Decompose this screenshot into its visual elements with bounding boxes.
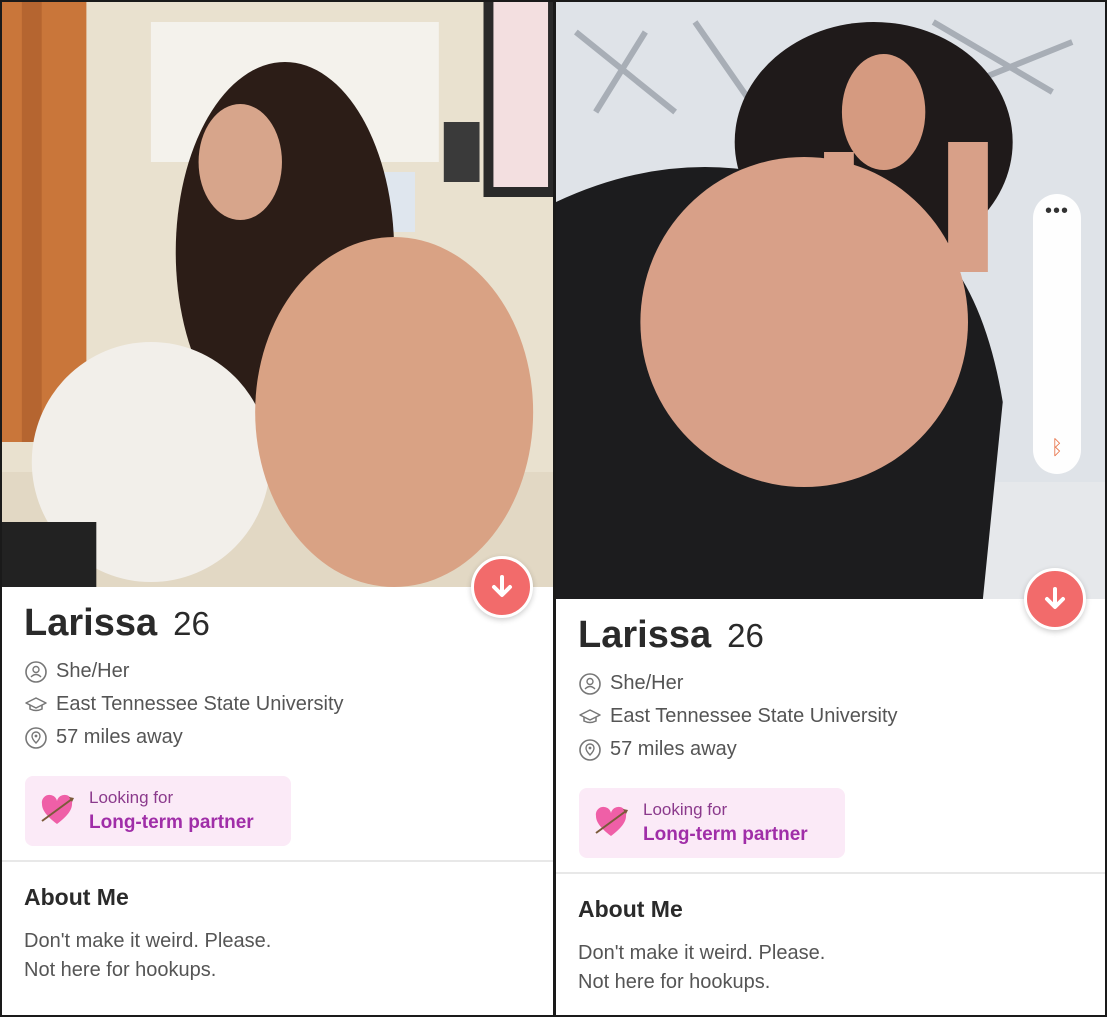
heart-arrow-icon	[595, 806, 628, 836]
profile-info: Larissa 26 She/Her East Tennessee State …	[2, 602, 553, 985]
about-me-title: About Me	[578, 896, 683, 922]
section-divider	[2, 860, 553, 862]
profile-card-right: ••• ᛒ Larissa 26 She/Her East Tennessee …	[554, 0, 1107, 1017]
location-pin-icon	[579, 738, 601, 761]
school-row: East Tennessee State University	[578, 700, 1105, 733]
distance-text: 57 miles away	[610, 738, 737, 760]
side-action-pill: ••• ᛒ	[1033, 194, 1081, 474]
distance-text: 57 miles away	[56, 726, 183, 748]
school-row: East Tennessee State University	[24, 688, 553, 721]
section-divider	[556, 872, 1105, 874]
distance-row: 57 miles away	[578, 733, 1105, 766]
about-me-text: Don't make it weird. Please. Not here fo…	[24, 930, 272, 981]
pronouns-row: She/Her	[578, 667, 1105, 700]
profile-card-left: Larissa 26 She/Her East Tennessee State …	[0, 0, 555, 1017]
profile-photo[interactable]	[556, 2, 1105, 599]
profile-photo[interactable]	[2, 2, 553, 587]
graduation-cap-icon	[25, 696, 47, 711]
bluetooth-icon: ᛒ	[1051, 437, 1063, 459]
school-text: East Tennessee State University	[610, 705, 898, 727]
profile-name: Larissa	[24, 602, 158, 644]
graduation-cap-icon	[579, 708, 601, 723]
school-text: East Tennessee State University	[56, 693, 344, 715]
profile-age: 26	[173, 605, 210, 642]
profile-age: 26	[727, 617, 764, 654]
looking-for-label: Looking for	[643, 800, 728, 819]
about-me-text: Don't make it weird. Please. Not here fo…	[578, 942, 826, 993]
profile-info: Larissa 26 She/Her East Tennessee State …	[556, 614, 1105, 997]
looking-for-badge: Looking for Long-term partner	[25, 776, 291, 846]
person-circle-icon	[579, 672, 601, 695]
looking-for-badge: Looking for Long-term partner	[579, 788, 845, 858]
heart-arrow-icon	[41, 794, 74, 824]
location-pin-icon	[25, 726, 47, 749]
looking-for-label: Looking for	[89, 788, 174, 807]
arrow-down-icon	[492, 575, 512, 597]
pronouns-row: She/Her	[24, 655, 553, 688]
about-me-title: About Me	[24, 884, 129, 910]
pronouns-text: She/Her	[610, 672, 684, 694]
pronouns-text: She/Her	[56, 660, 130, 682]
photo-image-icon	[556, 2, 1105, 599]
looking-for-value: Long-term partner	[643, 824, 808, 845]
arrow-down-icon	[1045, 587, 1065, 609]
person-circle-icon	[25, 660, 47, 683]
profile-name: Larissa	[578, 614, 712, 656]
looking-for-value: Long-term partner	[89, 812, 254, 833]
distance-row: 57 miles away	[24, 721, 553, 754]
photo-image-icon	[2, 2, 553, 587]
more-dots-icon[interactable]: •••	[1045, 201, 1069, 221]
